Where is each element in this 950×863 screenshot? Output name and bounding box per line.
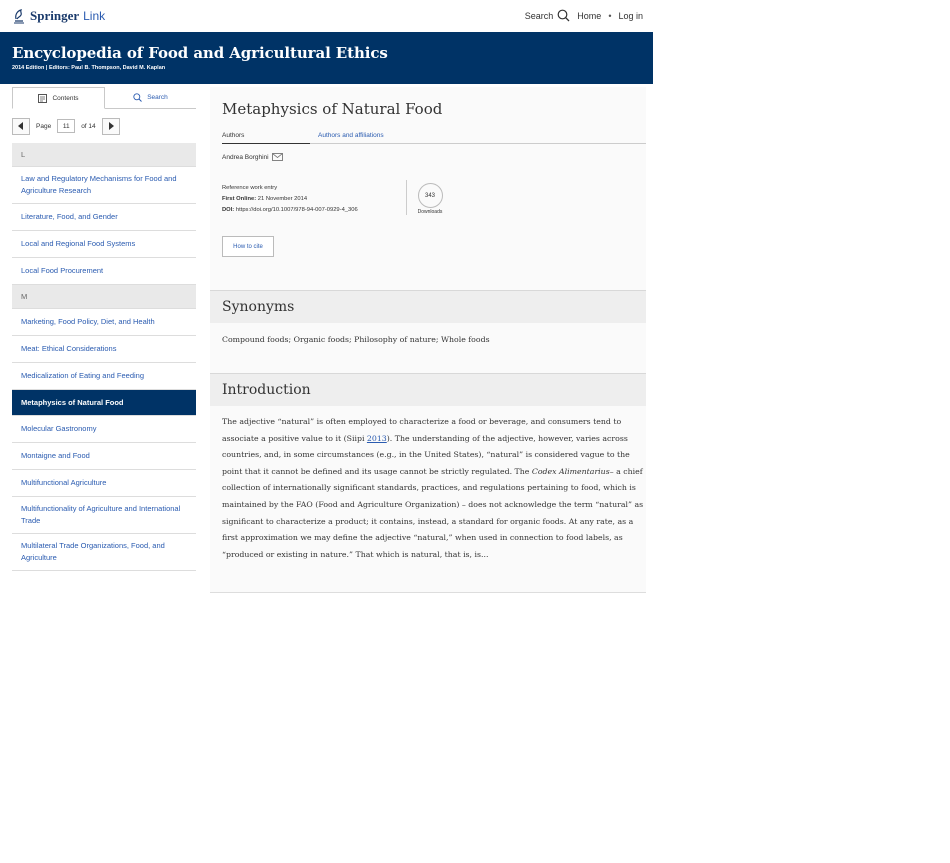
- doi-line: DOI: https://doi.org/10.1007/978-94-007-…: [222, 205, 358, 216]
- tab-search-label: Search: [147, 94, 168, 101]
- first-online-line: First Online: 21 November 2014: [222, 194, 358, 205]
- metadata-divider: [406, 180, 407, 215]
- downloads-metric: 343 Downloads: [415, 183, 445, 215]
- toc-item-molecular[interactable]: Molecular Gastronomy: [12, 416, 196, 443]
- codex-title: Codex Alimentarius: [531, 466, 610, 476]
- login-link[interactable]: Log in: [618, 11, 643, 21]
- book-title[interactable]: Encyclopedia of Food and Agricultural Et…: [12, 44, 641, 62]
- page-pager: Page 11 of 14: [12, 109, 196, 143]
- search-icon: [557, 9, 570, 22]
- search-icon: [133, 93, 143, 102]
- article-panel: Metaphysics of Natural Food Authors Auth…: [210, 87, 646, 593]
- search-link[interactable]: Search: [525, 9, 571, 22]
- toc-letter-heading: L: [12, 143, 196, 167]
- citation-link[interactable]: 2013: [367, 434, 387, 443]
- toc-item-multifunctional[interactable]: Multifunctional Agriculture: [12, 470, 196, 497]
- toc-item-metaphysics[interactable]: Metaphysics of Natural Food: [12, 390, 196, 416]
- logo-link-text: Link: [83, 9, 106, 23]
- book-header: Encyclopedia of Food and Agricultural Et…: [0, 32, 653, 84]
- toc-item-multilateral[interactable]: Multilateral Trade Organizations, Food, …: [12, 534, 196, 571]
- article-title: Metaphysics of Natural Food: [222, 100, 443, 118]
- tab-contents-label: Contents: [52, 94, 79, 102]
- toc-item-local-procurement[interactable]: Local Food Procurement: [12, 258, 196, 285]
- caret-right-icon: [108, 122, 114, 130]
- downloads-label: Downloads: [417, 209, 443, 215]
- top-nav: Search Home • Log in: [525, 9, 643, 22]
- previous-page-button[interactable]: [12, 117, 30, 135]
- author-line: Andrea Borghini: [222, 153, 283, 161]
- page-number-input[interactable]: 11: [57, 119, 76, 133]
- top-bar: Springer Link Search Home • Log in: [0, 0, 653, 32]
- nav-separator: •: [608, 10, 612, 21]
- search-link-label: Search: [524, 10, 554, 21]
- how-to-cite-button[interactable]: How to cite: [222, 236, 274, 257]
- page-total: of 14: [81, 122, 96, 130]
- introduction-heading: Introduction: [210, 373, 646, 406]
- tab-authors[interactable]: Authors: [222, 132, 310, 144]
- next-page-button[interactable]: [101, 117, 120, 135]
- toc-item-meat[interactable]: Meat: Ethical Considerations: [12, 336, 196, 363]
- page-label: Page: [36, 122, 52, 130]
- tab-contents[interactable]: Contents: [12, 87, 105, 109]
- book-subtitle: 2014 Edition | Editors: Paul B. Thompson…: [12, 65, 166, 71]
- first-online-label: First Online:: [222, 196, 257, 202]
- toc-item-medicalization[interactable]: Medicalization of Eating and Feeding: [12, 363, 196, 390]
- first-online-value: 21 November 2014: [257, 196, 308, 202]
- author-name: Andrea Borghini: [222, 153, 269, 161]
- caret-left-icon: [18, 122, 23, 130]
- entry-metadata: Reference work entry First Online: 21 No…: [222, 183, 358, 216]
- doi-label: DOI:: [222, 207, 235, 213]
- toc-item-local-regional[interactable]: Local and Regional Food Systems: [12, 231, 196, 258]
- email-icon[interactable]: [271, 153, 283, 161]
- toc-item-multifunctionality[interactable]: Multifunctionality of Agriculture and In…: [12, 497, 196, 534]
- springer-link-logo[interactable]: Springer Link: [12, 8, 105, 24]
- downloads-count: 343: [417, 183, 443, 208]
- toc-item-law[interactable]: Law and Regulatory Mechanisms for Food a…: [12, 167, 196, 204]
- springer-horse-icon: [14, 9, 24, 24]
- tab-authors-affiliations[interactable]: Authors and affiliations: [318, 132, 384, 139]
- intro-part-3: – a chief collection of internationally …: [222, 466, 644, 559]
- table-of-contents: L Law and Regulatory Mechanisms for Food…: [12, 143, 196, 571]
- doi-value[interactable]: https://doi.org/10.1007/978-94-007-0929-…: [236, 207, 358, 213]
- toc-letter-heading: M: [12, 285, 196, 309]
- home-link[interactable]: Home: [577, 11, 601, 21]
- toc-item-literature[interactable]: Literature, Food, and Gender: [12, 204, 196, 231]
- introduction-text: The adjective “natural” is often employe…: [222, 414, 646, 563]
- toc-item-montaigne[interactable]: Montaigne and Food: [12, 443, 196, 470]
- logo-brand-text: Springer: [30, 8, 80, 23]
- toc-item-marketing[interactable]: Marketing, Food Policy, Diet, and Health: [12, 309, 196, 336]
- contents-icon: [38, 93, 48, 103]
- synonyms-heading: Synonyms: [210, 290, 646, 323]
- article-bottom-rule: [210, 591, 646, 593]
- sidebar-tabs: Contents Search: [12, 87, 196, 109]
- tab-search[interactable]: Search: [105, 87, 196, 108]
- entry-type: Reference work entry: [222, 185, 278, 191]
- synonyms-text: Compound foods; Organic foods; Philosoph…: [222, 335, 490, 344]
- sidebar: Contents Search Page 11 of 14 L Law and …: [12, 87, 196, 593]
- article-author-tabs: Authors Authors and affiliations: [222, 132, 646, 144]
